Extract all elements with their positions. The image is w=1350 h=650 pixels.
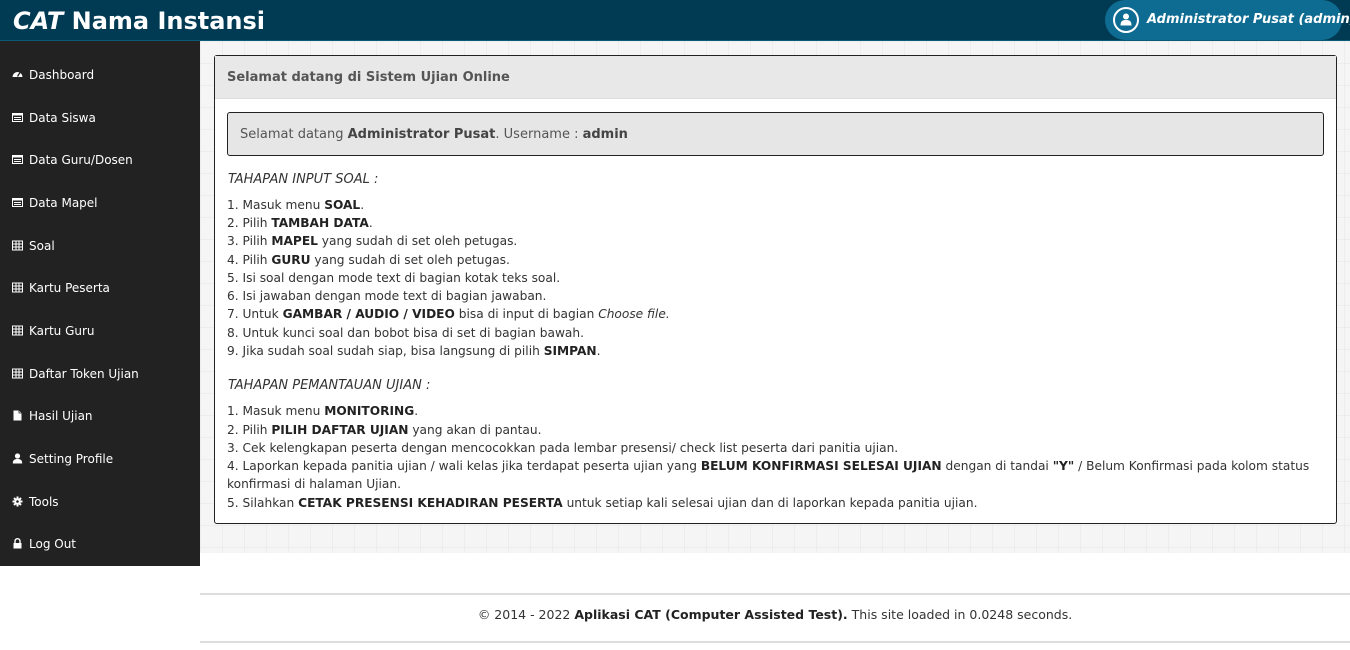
step-item: 9. Jika sudah soal sudah siap, bisa lang… [227,344,601,358]
sidebar-item-label: Log Out [29,537,77,551]
sidebar-item-tools[interactable]: Tools [0,481,200,523]
sidebar-item-label: Hasil Ujian [29,409,93,423]
table-icon [12,282,23,293]
welcome-message: Selamat datang Administrator Pusat. User… [240,127,628,142]
list-icon [12,197,23,208]
panel-heading: Selamat datang di Sistem Ujian Online [215,56,1336,99]
table-icon [12,368,23,379]
step-item: 8. Untuk kunci soal dan bobot bisa di se… [227,326,584,340]
sidebar-item-label: Daftar Token Ujian [29,367,139,381]
step-item: 2. Pilih PILIH DAFTAR UJIAN yang akan di… [227,423,542,437]
step-item: 7. Untuk GAMBAR / AUDIO / VIDEO bisa di … [227,307,670,321]
brand-prefix: CAT [13,7,64,35]
footer-app-name: Aplikasi CAT (Computer Assisted Test). [574,607,848,622]
sidebar-item-label: Data Siswa [29,111,96,125]
sidebar-item-data-mapel[interactable]: Data Mapel [0,182,200,224]
sidebar-item-data-guru[interactable]: Data Guru/Dosen [0,139,200,181]
step-item: 1. Masuk menu MONITORING. [227,404,419,418]
step-item: 5. Silahkan CETAK PRESENSI KEHADIRAN PES… [227,496,978,510]
step-item: 1. Masuk menu SOAL. [227,198,365,212]
step-item: 4. Laporkan kepada panitia ujian / wali … [227,459,1310,491]
sidebar-item-dashboard[interactable]: Dashboard [0,54,200,96]
sidebar-item-setting-profile[interactable]: Setting Profile [0,438,200,480]
sidebar-item-label: Data Mapel [29,196,98,210]
lock-icon [12,538,23,549]
sidebar-item-soal[interactable]: Soal [0,225,200,267]
sidebar-item-label: Data Guru/Dosen [29,153,133,167]
footer-text: © 2014 - 2022 Aplikasi CAT (Computer Ass… [477,607,1073,622]
sidebar-item-label: Tools [29,495,59,509]
step-item: 2. Pilih TAMBAH DATA. [227,216,373,230]
sidebar-item-data-siswa[interactable]: Data Siswa [0,97,200,139]
step-item: 4. Pilih GURU yang sudah di set oleh pet… [227,253,510,267]
gear-icon [12,496,23,507]
user-icon [1113,7,1139,33]
user-menu-button[interactable]: Administrator Pusat (admin) [1105,0,1350,40]
footer: © 2014 - 2022 Aplikasi CAT (Computer Ass… [200,593,1350,643]
sidebar-item-label: Kartu Peserta [29,281,110,295]
sidebar-item-daftar-token[interactable]: Daftar Token Ujian [0,353,200,395]
input-soal-heading: TAHAPAN INPUT SOAL : [228,172,379,187]
welcome-panel: Selamat datang di Sistem Ujian Online Se… [214,55,1337,524]
panel-title: Selamat datang di Sistem Ujian Online [227,70,510,85]
step-item: 3. Pilih MAPEL yang sudah di set oleh pe… [227,234,518,248]
table-icon [12,240,23,251]
pemantauan-heading: TAHAPAN PEMANTAUAN UJIAN : [228,378,431,393]
step-item: 3. Cek kelengkapan peserta dengan mencoc… [227,441,899,455]
brand-name: Nama Instansi [71,7,266,35]
file-icon [12,410,23,421]
step-item: 6. Isi jawaban dengan mode text di bagia… [227,289,547,303]
admin-name: Administrator Pusat [347,127,496,142]
list-icon [12,154,23,165]
sidebar-item-hasil-ujian[interactable]: Hasil Ujian [0,395,200,437]
sidebar-item-kartu-peserta[interactable]: Kartu Peserta [0,267,200,309]
table-icon [12,325,23,336]
sidebar-item-kartu-guru[interactable]: Kartu Guru [0,310,200,352]
list-icon [12,112,23,123]
dashboard-icon [12,69,23,80]
admin-username: admin [582,127,628,142]
sidebar-item-label: Dashboard [29,68,95,82]
sidebar-item-log-out[interactable]: Log Out [0,523,200,565]
welcome-alert: Selamat datang Administrator Pusat. User… [227,112,1324,156]
top-navbar: CAT Nama Instansi Administrator Pusat (a… [0,0,1350,41]
step-item: 5. Isi soal dengan mode text di bagian k… [227,271,561,285]
user-name: Administrator Pusat (admin) [1147,12,1350,27]
sidebar-item-label: Kartu Guru [29,324,95,338]
sidebar-item-label: Setting Profile [29,452,114,466]
sidebar: Dashboard Data Siswa Data Guru/Dosen Dat… [0,41,200,566]
sidebar-item-label: Soal [29,239,55,253]
user-icon [12,453,23,464]
brand-logo[interactable]: CAT Nama Instansi [13,7,265,35]
